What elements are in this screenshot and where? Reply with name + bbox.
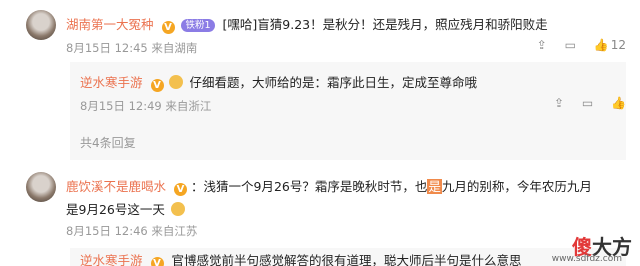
- like-button[interactable]: 👍: [611, 96, 626, 110]
- comment-text-part-1: ：浅猜一个9月26号？霜序是晚秋时节，也: [190, 179, 428, 194]
- comment-2: 鹿饮溪不是鹿喝水 V ：浅猜一个9月26号？霜序是晚秋时节，也是九月的别称，今年…: [0, 166, 640, 242]
- reply-username[interactable]: 逆水寒手游: [80, 75, 143, 90]
- reply-thread-2: 逆水寒手游 V 官博感觉前半句感觉解答的很有道理，聪大师后半句是什么意思: [70, 248, 626, 266]
- verified-icon: V: [150, 79, 164, 92]
- share-icon[interactable]: ⇪: [537, 38, 547, 52]
- like-button[interactable]: 👍 12: [594, 38, 626, 52]
- reply-thread: 逆水寒手游 V 仔细看题，大师给的是：霜序此日生，定成至尊命哦 8月15日 12…: [70, 62, 626, 160]
- comment-1: 湖南第一大冤种 V 铁粉1 [嘿哈]盲猜9.23！是秋分！还是残月，照应残月和骄…: [0, 0, 640, 64]
- comment-text-part-3: 是9月26号这一天: [66, 202, 165, 217]
- comment-meta: 8月15日 12:46 来自江苏: [66, 224, 198, 238]
- comment-text-part-2: 九月的别称，今年农历九月: [441, 179, 592, 194]
- reply-meta: 8月15日 12:49 来自浙江: [80, 99, 212, 113]
- verified-icon: V: [174, 183, 187, 196]
- reply-text: 仔细看题，大师给的是：霜序此日生，定成至尊命哦: [189, 75, 477, 90]
- comment-username[interactable]: 湖南第一大冤种: [66, 17, 154, 32]
- reply-text: 官博感觉前半句感觉解答的很有道理，聪大师后半句是什么意思: [171, 253, 522, 266]
- reply-icon[interactable]: ▭: [582, 96, 593, 110]
- avatar[interactable]: [26, 10, 56, 40]
- comment-username[interactable]: 鹿饮溪不是鹿喝水: [66, 179, 166, 194]
- highlighted-char: 是: [427, 179, 442, 194]
- avatar[interactable]: [26, 172, 56, 202]
- comment-meta: 8月15日 12:45 来自湖南: [66, 41, 198, 55]
- verified-icon: V: [161, 21, 175, 34]
- verified-icon: V: [150, 257, 164, 266]
- like-count: 12: [610, 38, 626, 52]
- emoji-icon: [170, 202, 185, 216]
- watermark-url: www.sdfdz.com: [551, 254, 622, 264]
- reply-username[interactable]: 逆水寒手游: [80, 253, 143, 266]
- cat-emoji-icon: [169, 75, 184, 89]
- comment-text: [嘿哈]盲猜9.23！是秋分！还是残月，照应残月和骄阳败走: [222, 17, 548, 32]
- share-icon[interactable]: ⇪: [554, 96, 564, 110]
- view-replies-link[interactable]: 共4条回复: [80, 134, 136, 151]
- reply-icon[interactable]: ▭: [565, 38, 576, 52]
- fan-level-badge: 铁粉1: [181, 19, 215, 32]
